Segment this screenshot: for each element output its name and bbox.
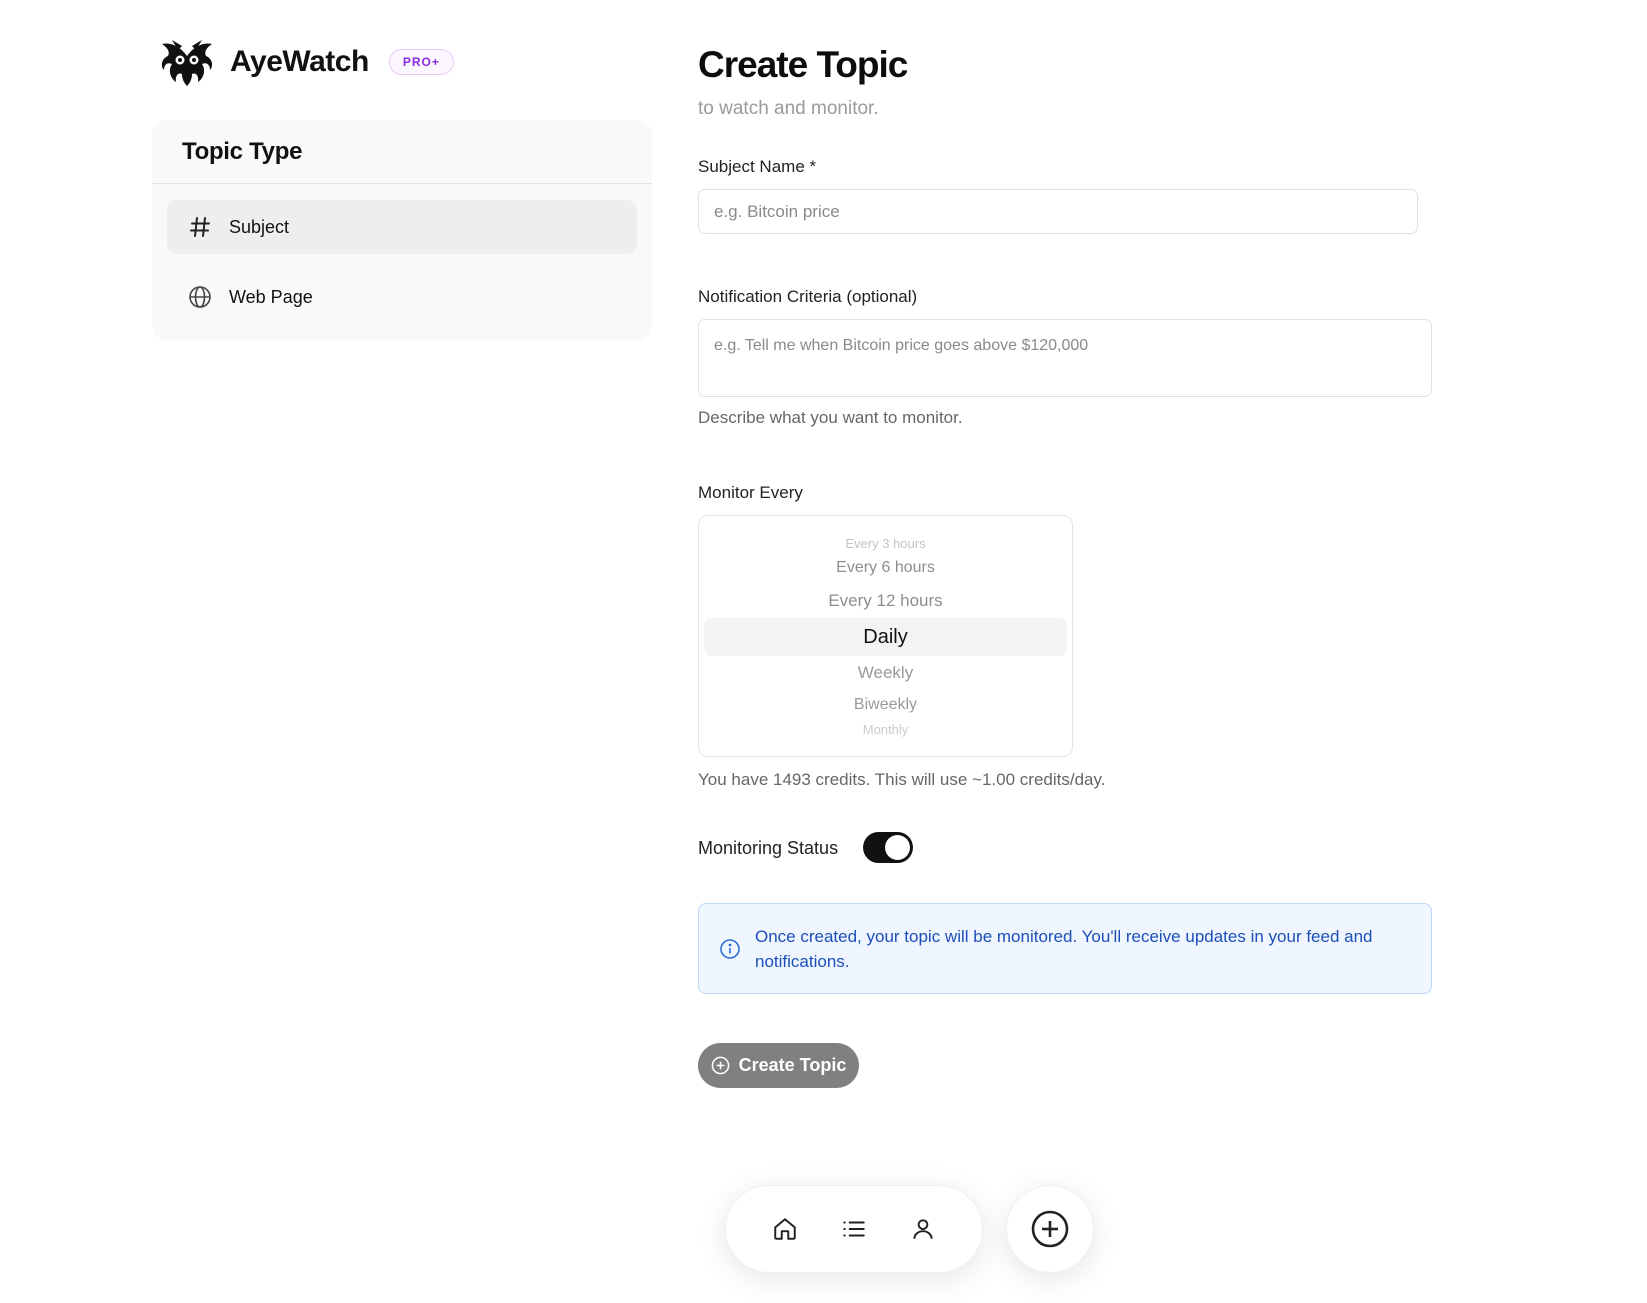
page-subtitle: to watch and monitor.: [698, 98, 879, 119]
topic-type-subject[interactable]: Subject: [167, 200, 637, 254]
frequency-option[interactable]: Biweekly: [699, 696, 1072, 714]
criteria-help-text: Describe what you want to monitor.: [698, 408, 963, 427]
globe-icon: [187, 284, 213, 310]
monitor-frequency-picker[interactable]: Every 3 hours Every 6 hours Every 12 hou…: [698, 515, 1073, 757]
topic-type-web-page[interactable]: Web Page: [167, 270, 637, 324]
page-title: Create Topic: [698, 44, 908, 85]
brand-name: AyeWatch: [230, 45, 369, 78]
monitoring-status-label: Monitoring Status: [698, 838, 839, 858]
user-icon: [913, 1219, 933, 1239]
plus-circle-icon: [711, 1056, 729, 1075]
info-text: Once created, your topic will be monitor…: [755, 927, 1373, 971]
nav-profile-button[interactable]: [903, 1209, 943, 1249]
topic-type-panel: Topic Type Subject Web Page: [152, 120, 652, 340]
criteria-label: Notification Criteria (optional): [698, 287, 918, 306]
owl-logo-icon: [161, 40, 213, 86]
credits-info: You have 1493 credits. This will use ~1.…: [698, 770, 1106, 789]
frequency-option[interactable]: Every 12 hours: [699, 591, 1072, 611]
info-icon: [720, 939, 740, 959]
info-callout: Once created, your topic will be monitor…: [698, 903, 1432, 994]
topic-type-title: Topic Type: [182, 137, 303, 165]
hash-icon: [187, 214, 213, 240]
criteria-textarea[interactable]: [698, 319, 1432, 397]
plus-circle-icon: [1031, 1210, 1069, 1248]
topic-type-header: Topic Type: [152, 120, 652, 184]
bottom-nav: [725, 1185, 983, 1273]
monitor-every-label: Monitor Every: [698, 483, 803, 502]
frequency-option[interactable]: Weekly: [699, 663, 1072, 683]
brand: AyeWatch PRO+: [158, 36, 454, 88]
monitoring-status-toggle[interactable]: [863, 832, 913, 863]
frequency-option[interactable]: Every 3 hours: [699, 536, 1072, 551]
nav-home-button[interactable]: [765, 1209, 805, 1249]
add-topic-fab[interactable]: [1006, 1185, 1094, 1273]
subject-name-input[interactable]: [698, 189, 1418, 234]
topic-type-label: Web Page: [229, 286, 313, 307]
frequency-option[interactable]: Monthly: [699, 722, 1072, 737]
create-topic-button[interactable]: Create Topic: [698, 1043, 859, 1088]
nav-list-button[interactable]: [834, 1209, 874, 1249]
frequency-option[interactable]: Every 6 hours: [699, 559, 1072, 577]
frequency-option-selected[interactable]: Daily: [704, 618, 1067, 656]
toggle-knob: [885, 835, 910, 860]
create-topic-label: Create Topic: [738, 1055, 847, 1075]
subject-name-label: Subject Name *: [698, 157, 817, 176]
list-icon: [843, 1221, 865, 1237]
topic-type-label: Subject: [229, 216, 290, 237]
home-icon: [773, 1218, 796, 1240]
plan-badge: PRO+: [388, 49, 454, 75]
